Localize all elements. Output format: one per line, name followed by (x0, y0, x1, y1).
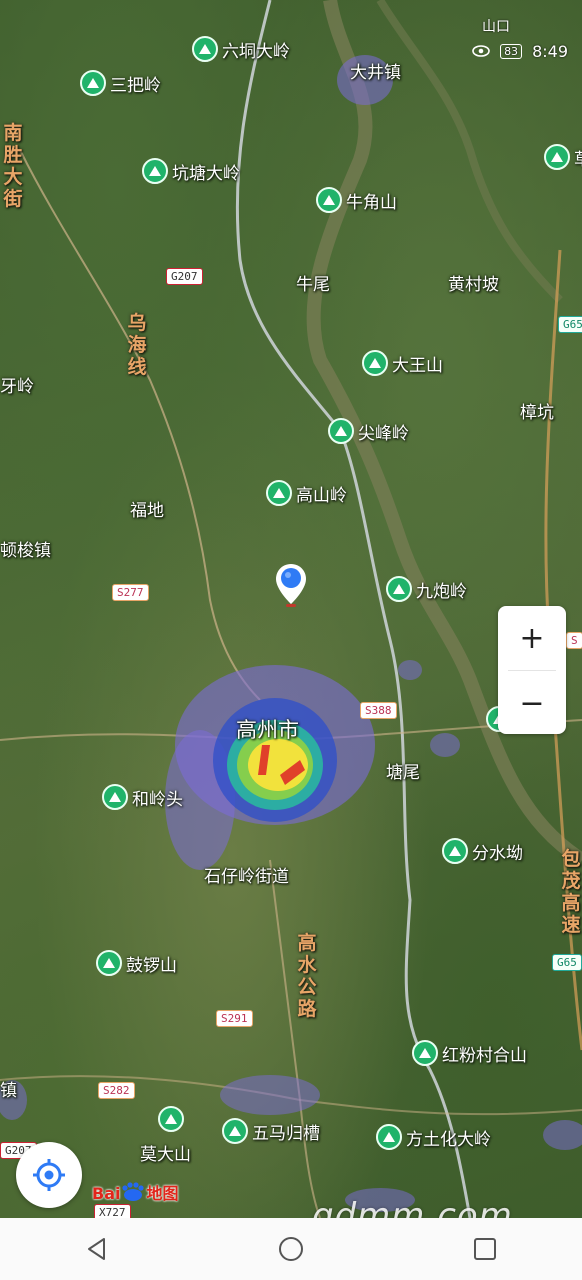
mountain-icon (80, 70, 106, 96)
mountain-icon (222, 1118, 248, 1144)
poi-jiupaoling[interactable]: 九炮岭 (386, 576, 467, 602)
poi-kengtang[interactable]: 坑塘大岭 (142, 158, 240, 184)
current-location-marker[interactable] (275, 562, 307, 614)
mountain-icon (266, 480, 292, 506)
place-fudi[interactable]: 福地 (130, 496, 164, 521)
watermark: gdmm.com (312, 1196, 513, 1218)
poi-helingtou[interactable]: 和岭头 (102, 784, 183, 810)
baidu-map-logo: Bai 地图 (92, 1180, 179, 1204)
place-daijingzhen[interactable]: 大井镇 (350, 58, 401, 83)
place-zhen-left[interactable]: 镇 (0, 1076, 17, 1101)
road-wuhaixian: 乌海线 (127, 312, 147, 378)
place-zhangkeng[interactable]: 樟坑 (520, 398, 554, 423)
place-tangwei[interactable]: 塘尾 (386, 758, 420, 783)
poi-label: 九炮岭 (416, 581, 467, 602)
mountain-icon (376, 1124, 402, 1150)
poi-hongfen[interactable]: 红粉村合山 (412, 1040, 527, 1066)
mountain-icon (142, 158, 168, 184)
poi-jianfengling[interactable]: 尖峰岭 (328, 418, 409, 444)
mountain-icon (158, 1106, 184, 1132)
poi-label: 高山岭 (296, 485, 347, 506)
paw-icon (120, 1182, 146, 1202)
mountain-icon (442, 838, 468, 864)
zoom-in-button[interactable]: + (498, 606, 566, 670)
home-circle-icon (279, 1237, 303, 1261)
shield-g207: G207 (166, 268, 203, 285)
poi-label: 五马归槽 (252, 1123, 320, 1144)
mountain-icon (386, 576, 412, 602)
locate-me-button[interactable] (16, 1142, 82, 1208)
road-nanshengdajie: 南胜大街 (3, 122, 23, 210)
place-gaozhoushi[interactable]: 高州市 (236, 714, 299, 744)
back-triangle-icon (88, 1238, 105, 1260)
poi-label: 和岭头 (132, 789, 183, 810)
poi-label: 牛角山 (346, 192, 397, 213)
poi-label: 尖峰岭 (358, 423, 409, 444)
zoom-out-button[interactable]: − (498, 671, 566, 735)
battery-indicator: 83 (500, 44, 523, 59)
poi-sanbaling[interactable]: 三把岭 (80, 70, 161, 96)
road-gaoshuigonglu: 高水公路 (297, 932, 317, 1020)
shield-x727: X727 (94, 1204, 131, 1218)
place-niuwei[interactable]: 牛尾 (296, 270, 330, 295)
shield-s291: S291 (216, 1010, 253, 1027)
poi-fangtuhua[interactable]: 方土化大岭 (376, 1124, 491, 1150)
place-huangcunpo[interactable]: 黄村坡 (448, 270, 499, 295)
logo-ditu: 地图 (146, 1184, 179, 1203)
mountain-icon (412, 1040, 438, 1066)
place-yaling[interactable]: 牙岭 (0, 372, 34, 397)
crosshair-icon (33, 1159, 65, 1191)
poi-label: 草 (574, 145, 582, 170)
home-button[interactable] (261, 1224, 321, 1274)
satellite-map[interactable]: 山口 83 8:49 六垌大岭 三把岭 大井镇 坑塘大岭 牛角山 草 牛尾 黄村… (0, 0, 582, 1218)
poi-label: 三把岭 (110, 75, 161, 96)
mountain-icon (316, 187, 342, 213)
clock: 8:49 (532, 42, 568, 61)
poi-label: 坑塘大岭 (172, 163, 240, 184)
poi-label: 六垌大岭 (222, 41, 290, 62)
place-modashan[interactable]: 莫大山 (140, 1140, 191, 1165)
place-dunhezhen[interactable]: 顿梭镇 (0, 536, 51, 561)
mountain-icon (362, 350, 388, 376)
status-bar: 山口 83 8:49 (472, 14, 568, 61)
poi-wuma[interactable]: 五马归槽 (222, 1118, 320, 1144)
eye-icon (472, 42, 490, 61)
heatmap-cluster (165, 665, 375, 870)
mountain-icon (96, 950, 122, 976)
logo-bai: Bai (92, 1184, 121, 1203)
poi-label: 大王山 (392, 355, 443, 376)
carrier-label: 山口 (482, 19, 510, 35)
poi-guluoshan[interactable]: 鼓锣山 (96, 950, 177, 976)
place-shizailing[interactable]: 石仔岭街道 (204, 862, 289, 887)
mountain-icon (102, 784, 128, 810)
shield-s388: S388 (360, 702, 397, 719)
recents-square-icon (474, 1238, 496, 1260)
shield-g65-bottom: G65 (552, 954, 582, 971)
shield-s282: S282 (98, 1082, 135, 1099)
poi-modashan[interactable] (158, 1106, 184, 1132)
poi-gaoshanling[interactable]: 高山岭 (266, 480, 347, 506)
location-pin-icon (276, 564, 306, 607)
poi-fenshuiao[interactable]: 分水坳 (442, 838, 523, 864)
mountain-icon (544, 144, 570, 170)
poi-niujiaoshan[interactable]: 牛角山 (316, 187, 397, 213)
mountain-icon (328, 418, 354, 444)
poi-label: 分水坳 (472, 843, 523, 864)
zoom-controls: + − (498, 606, 566, 734)
mountain-icon (192, 36, 218, 62)
road-baomaogaosu: 包茂高速 (561, 848, 581, 936)
poi-label: 方土化大岭 (406, 1129, 491, 1150)
poi-right-edge-top[interactable]: 草 (544, 144, 582, 170)
poi-liudong[interactable]: 六垌大岭 (192, 36, 290, 62)
shield-s277: S277 (112, 584, 149, 601)
shield-g65-top: G65 (558, 316, 582, 333)
poi-label: 鼓锣山 (126, 955, 177, 976)
back-button[interactable] (67, 1224, 127, 1274)
poi-dawangshan[interactable]: 大王山 (362, 350, 443, 376)
poi-label: 红粉村合山 (442, 1045, 527, 1066)
system-navigation-bar (0, 1218, 582, 1280)
shield-s-right: S (566, 632, 582, 649)
recents-button[interactable] (455, 1224, 515, 1274)
